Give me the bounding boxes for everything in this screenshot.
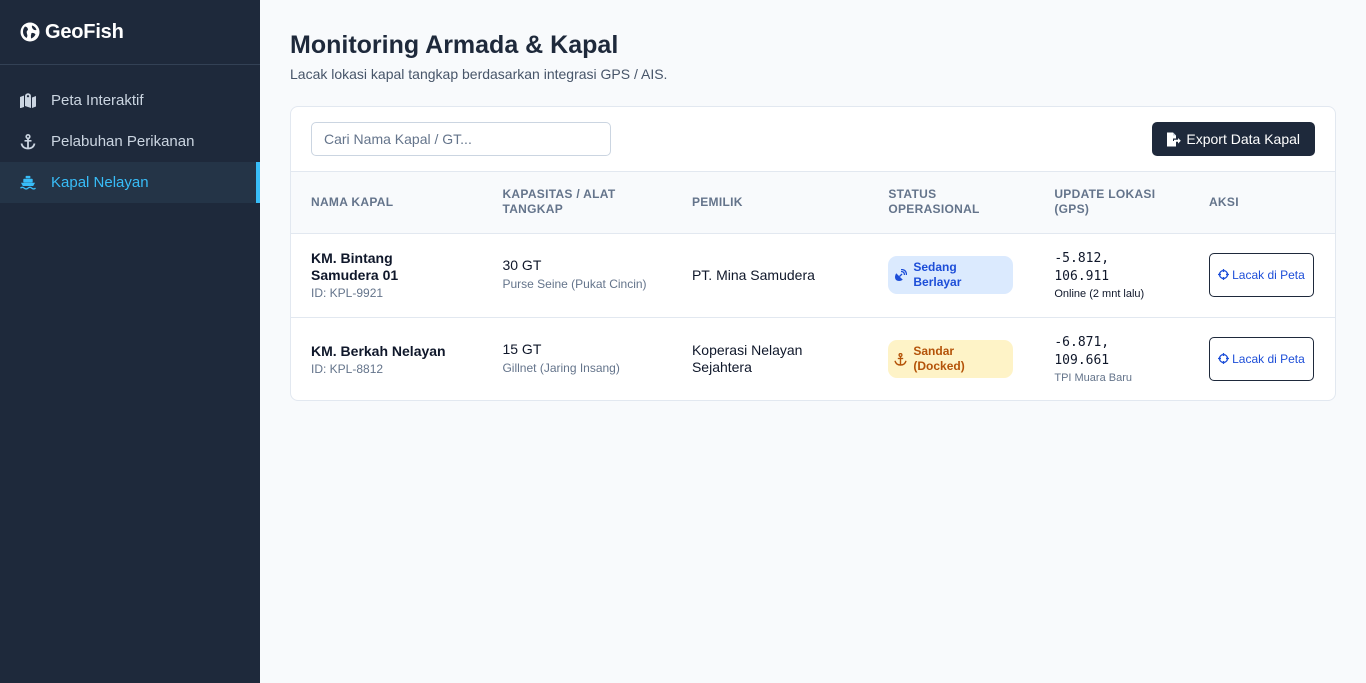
column-header: KAPASITAS / ALAT TANGKAP <box>502 187 616 217</box>
gps-longitude: 109.661 <box>1054 353 1110 369</box>
page-title: Monitoring Armada & Kapal <box>290 31 619 59</box>
status-label: Sandar (Docked) <box>913 344 965 374</box>
track-button-label: Lacak di Peta <box>1232 267 1305 282</box>
status-cell: Sedang Berlayar <box>868 233 1034 317</box>
anchor-icon <box>20 133 36 150</box>
toolbar: Export Data Kapal <box>291 107 1335 172</box>
map-icon <box>20 93 36 109</box>
fleet-card: Export Data Kapal NAMA KAPAL KAPASITAS /… <box>290 106 1336 401</box>
owner-cell: PT. Mina Samudera <box>672 233 868 317</box>
ship-cell: KM. Berkah Nelayan ID: KPL-8812 <box>291 317 482 400</box>
fishing-gear: Purse Seine (Pukat Cincin) <box>502 277 647 291</box>
capacity: 15 GT <box>502 341 542 358</box>
status-cell: Sandar (Docked) <box>868 317 1034 400</box>
sidebar-item-pelabuhan-perikanan[interactable]: Pelabuhan Perikanan <box>0 121 260 162</box>
action-cell: Lacak di Peta <box>1189 317 1335 400</box>
brand-name: GeoFish <box>45 20 124 43</box>
file-export-icon <box>1166 132 1182 147</box>
column-header: AKSI <box>1208 194 1239 209</box>
sidebar: GeoFish Peta Interaktif Pelabuhan Perika… <box>0 0 260 683</box>
anchor-icon <box>894 352 908 366</box>
export-button[interactable]: Export Data Kapal <box>1152 122 1315 156</box>
owner-cell: Koperasi Nelayan Sejahtera <box>672 317 868 400</box>
track-on-map-button[interactable]: Lacak di Peta <box>1208 337 1314 382</box>
ship-name: KM. Bintang Samudera 01 <box>311 250 399 283</box>
capacity-cell: 30 GT Purse Seine (Pukat Cincin) <box>482 233 671 317</box>
status-badge: Sedang Berlayar <box>888 256 1014 294</box>
sidebar-item-label: Kapal Nelayan <box>51 174 149 191</box>
gps-latitude: -5.812, <box>1054 251 1110 266</box>
sidebar-item-peta-interaktif[interactable]: Peta Interaktif <box>0 80 260 121</box>
globe-icon <box>20 22 40 42</box>
fleet-table: NAMA KAPAL KAPASITAS / ALAT TANGKAP PEMI… <box>291 172 1335 400</box>
column-header: NAMA KAPAL <box>311 194 394 209</box>
main-content: Monitoring Armada & Kapal Lacak lokasi k… <box>260 0 1366 683</box>
ship-id: ID: KPL-8812 <box>311 361 384 376</box>
table-header-row: NAMA KAPAL KAPASITAS / ALAT TANGKAP PEMI… <box>291 172 1335 233</box>
crosshairs-icon <box>1218 268 1230 280</box>
crosshairs-icon <box>1218 352 1230 364</box>
search-input[interactable] <box>311 122 611 156</box>
page-subtitle: Lacak lokasi kapal tangkap berdasarkan i… <box>290 66 668 82</box>
fishing-gear: Gillnet (Jaring Insang) <box>502 361 620 376</box>
ship-icon <box>20 175 36 191</box>
gps-cell: -5.812, 106.911 Online (2 mnt lalu) <box>1034 233 1189 317</box>
ship-cell: KM. Bintang Samudera 01 ID: KPL-9921 <box>291 233 482 317</box>
capacity: 30 GT <box>502 257 542 273</box>
sidebar-item-label: Peta Interaktif <box>51 92 144 109</box>
ship-id: ID: KPL-9921 <box>311 286 384 300</box>
column-header: UPDATE LOKASI (GPS) <box>1054 187 1156 217</box>
action-cell: Lacak di Peta <box>1189 233 1335 317</box>
sidebar-nav: Peta Interaktif Pelabuhan Perikanan Kapa… <box>0 80 260 203</box>
track-on-map-button[interactable]: Lacak di Peta <box>1208 253 1314 297</box>
gps-longitude: 106.911 <box>1054 269 1110 284</box>
ship-name: KM. Berkah Nelayan <box>311 342 446 359</box>
satellite-dish-icon <box>894 268 908 282</box>
sidebar-item-kapal-nelayan[interactable]: Kapal Nelayan <box>0 162 260 203</box>
track-button-label: Lacak di Peta <box>1232 351 1305 366</box>
status-label: Sedang Berlayar <box>913 260 962 289</box>
brand[interactable]: GeoFish <box>0 0 260 65</box>
column-header: PEMILIK <box>691 194 743 209</box>
sidebar-item-label: Pelabuhan Perikanan <box>51 133 195 150</box>
table-row: KM. Bintang Samudera 01 ID: KPL-9921 30 … <box>291 233 1335 317</box>
gps-update-note: TPI Muara Baru <box>1054 372 1132 385</box>
gps-cell: -6.871, 109.661 TPI Muara Baru <box>1034 317 1189 400</box>
owner: Koperasi Nelayan Sejahtera <box>691 342 803 376</box>
export-button-label: Export Data Kapal <box>1186 131 1300 147</box>
table-row: KM. Berkah Nelayan ID: KPL-8812 15 GT Gi… <box>291 317 1335 400</box>
status-badge: Sandar (Docked) <box>888 340 1014 379</box>
column-header: STATUS OPERASIONAL <box>888 187 980 217</box>
gps-update-note: Online (2 mnt lalu) <box>1054 288 1145 300</box>
capacity-cell: 15 GT Gillnet (Jaring Insang) <box>482 317 671 400</box>
gps-latitude: -6.871, <box>1054 335 1110 351</box>
owner: PT. Mina Samudera <box>691 266 815 283</box>
